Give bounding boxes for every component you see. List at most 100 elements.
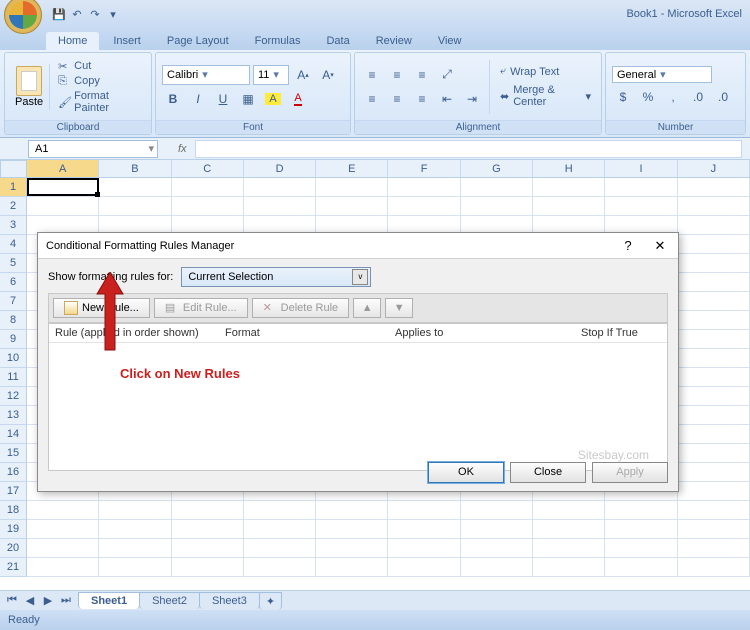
orientation-button[interactable]: ⤢ bbox=[436, 65, 458, 85]
cell[interactable] bbox=[605, 520, 677, 539]
align-right-button[interactable]: ≡ bbox=[411, 89, 433, 109]
cell[interactable] bbox=[678, 406, 750, 425]
next-sheet-button[interactable]: ▶ bbox=[40, 593, 56, 609]
sheet-tab-2[interactable]: Sheet2 bbox=[139, 592, 200, 609]
cell[interactable] bbox=[388, 501, 460, 520]
cell[interactable] bbox=[533, 178, 605, 197]
sheet-tab-1[interactable]: Sheet1 bbox=[78, 592, 140, 609]
cell[interactable] bbox=[244, 558, 316, 577]
row-header[interactable]: 8 bbox=[0, 311, 27, 330]
tab-view[interactable]: View bbox=[426, 32, 474, 50]
cell[interactable] bbox=[27, 539, 99, 558]
increase-decimal-button[interactable]: .0 bbox=[687, 87, 709, 107]
first-sheet-button[interactable]: ⏮ bbox=[4, 593, 20, 609]
cell[interactable] bbox=[244, 501, 316, 520]
qat-customize-icon[interactable]: ▾ bbox=[106, 7, 120, 21]
tab-insert[interactable]: Insert bbox=[101, 32, 153, 50]
column-header[interactable]: A bbox=[27, 160, 99, 178]
cell[interactable] bbox=[244, 520, 316, 539]
cell[interactable] bbox=[461, 178, 533, 197]
row-header[interactable]: 17 bbox=[0, 482, 27, 501]
font-name-combo[interactable]: Calibri▾ bbox=[162, 65, 250, 85]
last-sheet-button[interactable]: ⏭ bbox=[58, 593, 74, 609]
paste-button[interactable]: Paste bbox=[9, 64, 50, 110]
cell[interactable] bbox=[244, 178, 316, 197]
row-header[interactable]: 13 bbox=[0, 406, 27, 425]
row-header[interactable]: 3 bbox=[0, 216, 27, 235]
cell[interactable] bbox=[316, 178, 388, 197]
redo-icon[interactable]: ↷ bbox=[88, 7, 102, 21]
row-header[interactable]: 4 bbox=[0, 235, 27, 254]
column-header[interactable]: H bbox=[533, 160, 605, 178]
row-header[interactable]: 1 bbox=[0, 178, 27, 197]
fx-icon[interactable]: fx bbox=[178, 143, 187, 155]
formula-input[interactable] bbox=[195, 140, 742, 158]
cut-button[interactable]: ✂Cut bbox=[54, 59, 147, 73]
cell[interactable] bbox=[99, 520, 171, 539]
cell[interactable] bbox=[678, 330, 750, 349]
cell[interactable] bbox=[27, 520, 99, 539]
italic-button[interactable]: I bbox=[187, 89, 209, 109]
cell[interactable] bbox=[605, 558, 677, 577]
column-header[interactable]: J bbox=[678, 160, 750, 178]
cell[interactable] bbox=[461, 520, 533, 539]
cell[interactable] bbox=[172, 501, 244, 520]
cell[interactable] bbox=[678, 216, 750, 235]
row-header[interactable]: 16 bbox=[0, 463, 27, 482]
tab-page-layout[interactable]: Page Layout bbox=[155, 32, 241, 50]
cell[interactable] bbox=[27, 501, 99, 520]
align-middle-button[interactable]: ≡ bbox=[386, 65, 408, 85]
percent-button[interactable]: % bbox=[637, 87, 659, 107]
grow-font-button[interactable]: A▴ bbox=[292, 65, 314, 85]
column-header[interactable]: B bbox=[99, 160, 171, 178]
row-header[interactable]: 7 bbox=[0, 292, 27, 311]
cell[interactable] bbox=[99, 558, 171, 577]
cell[interactable] bbox=[316, 501, 388, 520]
cell[interactable] bbox=[678, 387, 750, 406]
cell[interactable] bbox=[172, 539, 244, 558]
cell[interactable] bbox=[678, 501, 750, 520]
cell[interactable] bbox=[678, 197, 750, 216]
tab-formulas[interactable]: Formulas bbox=[243, 32, 313, 50]
cell[interactable] bbox=[461, 501, 533, 520]
cell[interactable] bbox=[533, 501, 605, 520]
cell[interactable] bbox=[316, 539, 388, 558]
cell[interactable] bbox=[99, 178, 171, 197]
column-header[interactable]: I bbox=[605, 160, 677, 178]
cell[interactable] bbox=[678, 558, 750, 577]
copy-button[interactable]: ⎘Copy bbox=[54, 74, 147, 88]
undo-icon[interactable]: ↶ bbox=[70, 7, 84, 21]
cell[interactable] bbox=[533, 197, 605, 216]
row-header[interactable]: 20 bbox=[0, 539, 27, 558]
cell[interactable] bbox=[99, 501, 171, 520]
cell[interactable] bbox=[316, 558, 388, 577]
tab-review[interactable]: Review bbox=[364, 32, 424, 50]
ok-button[interactable]: OK bbox=[428, 462, 504, 483]
row-header[interactable]: 9 bbox=[0, 330, 27, 349]
cell[interactable] bbox=[678, 425, 750, 444]
cell[interactable] bbox=[388, 558, 460, 577]
row-header[interactable]: 18 bbox=[0, 501, 27, 520]
save-icon[interactable]: 💾 bbox=[52, 7, 66, 21]
align-center-button[interactable]: ≡ bbox=[386, 89, 408, 109]
align-bottom-button[interactable]: ≡ bbox=[411, 65, 433, 85]
increase-indent-button[interactable]: ⇥ bbox=[461, 89, 483, 109]
cell[interactable] bbox=[388, 520, 460, 539]
cell[interactable] bbox=[678, 235, 750, 254]
close-icon[interactable]: ✕ bbox=[650, 238, 670, 254]
border-button[interactable]: ▦ bbox=[237, 89, 259, 109]
format-painter-button[interactable]: 🖌Format Painter bbox=[54, 89, 147, 115]
row-header[interactable]: 5 bbox=[0, 254, 27, 273]
cell[interactable] bbox=[605, 178, 677, 197]
cell[interactable] bbox=[678, 368, 750, 387]
cell[interactable] bbox=[316, 197, 388, 216]
cell[interactable] bbox=[678, 463, 750, 482]
cell[interactable] bbox=[27, 197, 99, 216]
name-box[interactable]: A1 ▾ bbox=[28, 140, 158, 158]
cell[interactable] bbox=[316, 520, 388, 539]
cell[interactable] bbox=[388, 197, 460, 216]
cell[interactable] bbox=[678, 482, 750, 501]
currency-button[interactable]: $ bbox=[612, 87, 634, 107]
font-color-button[interactable]: A bbox=[287, 89, 309, 109]
help-icon[interactable]: ? bbox=[618, 238, 638, 253]
